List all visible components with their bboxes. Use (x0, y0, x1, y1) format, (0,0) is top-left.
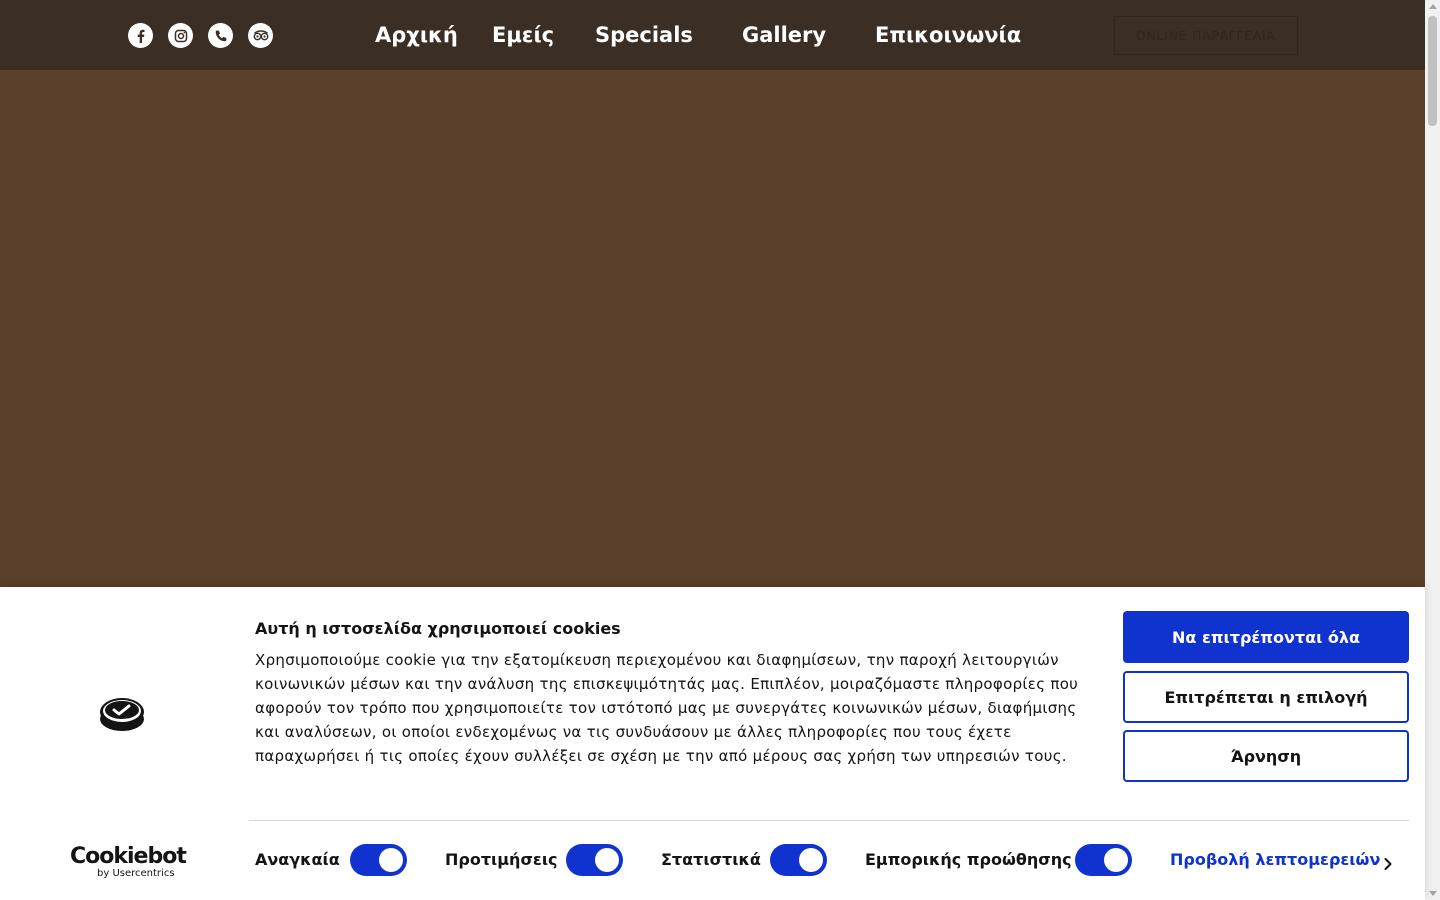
scroll-up-icon[interactable] (1429, 4, 1437, 9)
scroll-down-icon[interactable] (1429, 891, 1437, 896)
nav-link-specials[interactable]: Specials (595, 22, 693, 48)
toggle-knob (1104, 848, 1128, 872)
toggle-preferences[interactable] (566, 844, 623, 876)
toggle-knob (799, 848, 823, 872)
top-navbar: Αρχική Εμείς Specials Gallery Επικοινωνί… (0, 0, 1425, 70)
instagram-icon[interactable] (168, 23, 193, 48)
toggle-necessary[interactable] (350, 844, 407, 876)
banner-divider (249, 820, 1409, 821)
cookiebot-brand-sub: by Usercentrics (97, 868, 175, 879)
cookiebot-logo-icon (99, 695, 145, 737)
facebook-icon[interactable] (128, 23, 153, 48)
toggle-label-preferences: Προτιμήσεις (445, 850, 558, 869)
deny-button[interactable]: Άρνηση (1123, 730, 1409, 782)
nav-link-gallery[interactable]: Gallery (742, 22, 826, 48)
scrollbar-thumb[interactable] (1428, 16, 1437, 126)
nav-link-contact[interactable]: Επικοινωνία (875, 22, 1021, 48)
nav-link-about[interactable]: Εμείς (492, 22, 554, 48)
show-details-link[interactable]: Προβολή λεπτομερειών (1170, 850, 1380, 869)
nav-link-home[interactable]: Αρχική (375, 22, 458, 48)
toggle-knob (595, 848, 619, 872)
allow-all-button[interactable]: Να επιτρέπονται όλα (1123, 611, 1409, 663)
hero-section (0, 70, 1425, 587)
toggle-label-necessary: Αναγκαία (255, 850, 340, 869)
chevron-right-icon[interactable] (1384, 855, 1392, 874)
cookie-consent-banner: Αυτή η ιστοσελίδα χρησιμοποιεί cookies Χ… (0, 587, 1425, 900)
toggle-statistics[interactable] (770, 844, 827, 876)
page-scrollbar[interactable] (1425, 0, 1440, 900)
toggle-label-marketing: Εμπορικής προώθησης (865, 850, 1072, 869)
online-order-button[interactable]: ONLINE ΠΑΡΑΓΓΕΛΙΑ (1114, 16, 1298, 55)
tripadvisor-icon[interactable] (248, 23, 273, 48)
cookiebot-wordmark: Cookiebot by Usercentrics (70, 844, 187, 880)
cookie-title: Αυτή η ιστοσελίδα χρησιμοποιεί cookies (255, 619, 621, 638)
toggle-marketing[interactable] (1075, 844, 1132, 876)
toggle-label-statistics: Στατιστικά (661, 850, 761, 869)
cookie-description: Χρησιμοποιούμε cookie για την εξατομίκευ… (255, 651, 1079, 765)
phone-icon[interactable] (208, 23, 233, 48)
allow-selection-button[interactable]: Επιτρέπεται η επιλογή (1123, 671, 1409, 723)
cookiebot-brand-name: Cookiebot (70, 844, 187, 869)
toggle-knob (379, 848, 403, 872)
